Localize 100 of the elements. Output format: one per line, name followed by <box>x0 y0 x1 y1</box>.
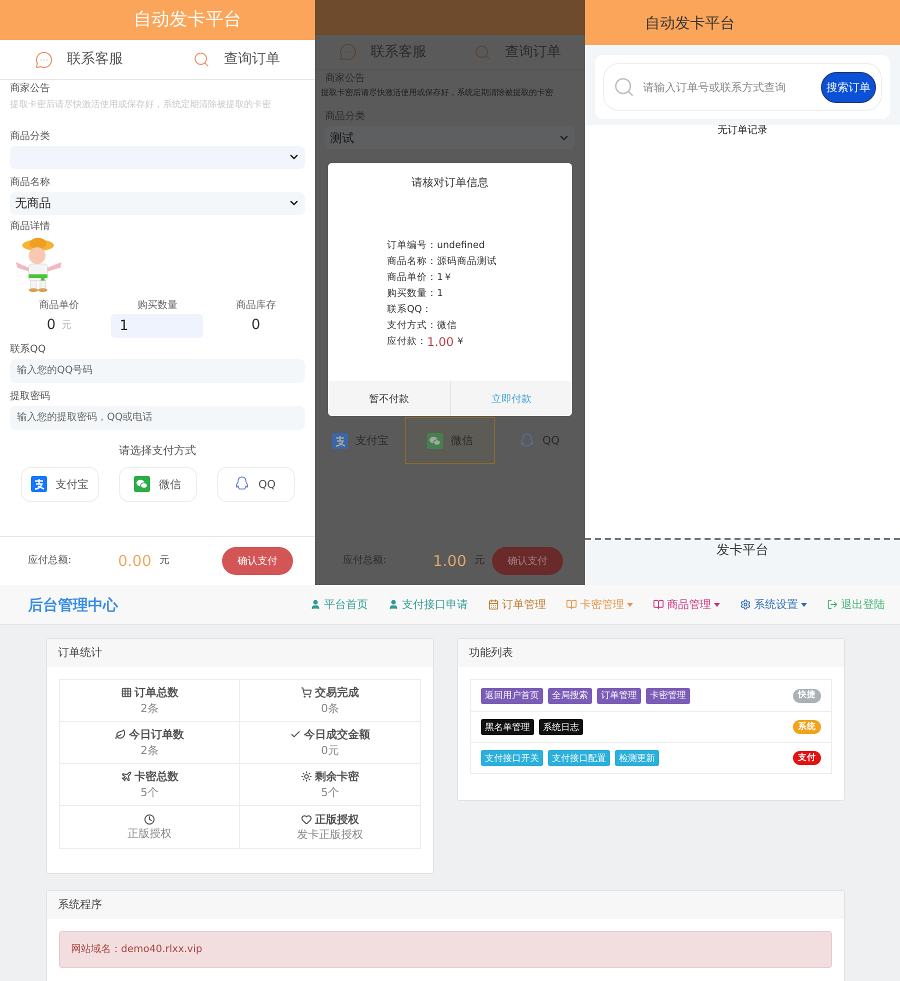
nav-link[interactable]: 查询订单 <box>158 40 315 79</box>
user-icon <box>388 599 399 610</box>
function-button[interactable]: 系统日志 <box>539 719 583 735</box>
empty-message: 无订单记录 <box>716 125 768 137</box>
alipay-icon <box>332 432 348 449</box>
search-button[interactable]: 搜索订单 <box>821 72 876 102</box>
panel-title: 功能列表 <box>469 646 513 660</box>
cancel-button[interactable]: 暂不付款 <box>328 381 450 416</box>
caret-icon <box>714 602 720 606</box>
stat-value: 0条 <box>321 702 339 715</box>
stat-value: 2条 <box>140 702 158 715</box>
order-info-row-text: 商品单价：1￥ <box>387 272 454 285</box>
grid-icon <box>120 687 132 698</box>
total-amount: 0.00 <box>118 552 152 570</box>
admin-nav-link[interactable]: 退出登陆 <box>827 598 885 612</box>
payment-option[interactable]: QQ <box>216 466 294 502</box>
settings-icon <box>740 599 751 610</box>
field-label: 商品详情 <box>10 220 51 233</box>
function-button[interactable]: 全局搜索 <box>548 688 592 704</box>
search-icon <box>474 44 491 60</box>
category-badge: 系统 <box>793 720 821 734</box>
stat-label: 卡密总数 <box>134 770 178 784</box>
chat-icon <box>338 43 356 61</box>
caret-icon <box>627 602 633 606</box>
admin-nav-link[interactable]: 商品管理 <box>653 598 720 612</box>
penguin-icon <box>235 476 250 492</box>
book-icon <box>566 599 577 610</box>
cart-icon <box>301 687 312 698</box>
stat-label: 正版授权 <box>315 812 359 826</box>
unit-text: 元 <box>159 555 170 567</box>
caret-icon <box>801 602 807 606</box>
total-label: 应付总额: <box>28 555 72 567</box>
stat-label: 商品库存 <box>236 300 276 312</box>
category-badge: 快捷 <box>793 688 821 702</box>
payment-prompt: 请选择支付方式 <box>118 444 197 457</box>
book-icon <box>653 599 664 610</box>
search-field[interactable]: 请输入订单号或联系方式查询 搜索订单 <box>603 63 882 111</box>
panel-title: 系统程序 <box>58 898 102 912</box>
admin-nav-link[interactable]: 订单管理 <box>488 598 546 612</box>
footer-text: 发卡平台 <box>716 543 768 560</box>
confirm-pay-button[interactable]: 确认支付 <box>222 547 293 575</box>
stat-value: 0元 <box>321 744 339 757</box>
admin-nav-link[interactable]: 平台首页 <box>310 598 368 612</box>
qq-field[interactable]: 输入您的QQ号码 <box>10 358 305 383</box>
stat-value: 正版授权 <box>128 826 172 840</box>
product-select[interactable]: 无商品 <box>10 192 305 215</box>
function-button[interactable]: 黑名单管理 <box>481 719 534 735</box>
field-label: 联系QQ <box>10 344 47 356</box>
panel-title: 订单统计 <box>58 646 102 660</box>
stat-value: 0 <box>46 317 56 334</box>
page-title: 自动发卡平台 <box>134 9 242 31</box>
logout-icon <box>827 599 838 610</box>
alert-text: 网站域名：demo40.rlxx.vip <box>71 944 202 956</box>
plane-icon <box>120 771 132 782</box>
function-button[interactable]: 卡密管理 <box>646 688 690 704</box>
search-icon <box>613 76 635 98</box>
order-info-row-text: 购买数量：1 <box>387 288 444 301</box>
unit-text: 元 <box>62 320 72 332</box>
stat-label: 今日订单数 <box>129 728 184 742</box>
stat-label: 订单总数 <box>134 686 178 700</box>
order-info-row-text: 联系QQ： <box>387 304 433 317</box>
function-button[interactable]: 支付接口开关 <box>481 750 543 766</box>
total-amount: 1.00 <box>433 552 466 570</box>
order-info-row-text: 支付方式：微信 <box>387 320 458 333</box>
category-select[interactable] <box>10 146 305 169</box>
stat-value: 2条 <box>140 744 158 757</box>
function-button[interactable]: 返回用户首页 <box>481 688 543 704</box>
penguin-icon <box>520 432 534 449</box>
function-button[interactable]: 订单管理 <box>597 688 641 704</box>
leaf-icon <box>115 729 126 740</box>
order-info-row-text: 订单编号：undefined <box>387 240 486 253</box>
stat-label: 剩余卡密 <box>315 770 359 784</box>
password-field[interactable]: 输入您的提取密码，QQ或电话 <box>10 406 305 430</box>
field-label: 商品分类 <box>10 130 51 143</box>
function-button[interactable]: 支付接口配置 <box>548 750 610 766</box>
user-icon <box>310 599 321 610</box>
function-button[interactable]: 检测更新 <box>615 750 659 766</box>
pay-now-button[interactable]: 立即付款 <box>450 381 572 416</box>
alipay-icon <box>30 476 46 492</box>
category-select[interactable]: 测试 <box>325 126 575 150</box>
stat-value: 0 <box>251 317 260 334</box>
nav-link[interactable]: 联系客服 <box>0 40 158 79</box>
sun-icon <box>301 771 312 782</box>
notice-label: 商家公告 <box>10 83 51 95</box>
calendar-icon <box>488 599 499 610</box>
confirm-pay-button[interactable]: 确认支付 <box>492 546 563 574</box>
payment-option[interactable]: 支付宝 <box>20 466 98 502</box>
payment-option[interactable]: 微信 <box>118 466 196 502</box>
stat-label: 今日成交金额 <box>304 728 370 742</box>
category-badge: 支付 <box>793 751 821 765</box>
clock-icon <box>144 814 155 825</box>
order-info-row-text: 商品名称：源码商品测试 <box>387 256 498 269</box>
wechat-icon <box>427 432 443 449</box>
stat-label: 交易完成 <box>315 686 359 700</box>
admin-nav-link[interactable]: 系统设置 <box>740 598 807 612</box>
wechat-icon <box>134 476 150 492</box>
field-label: 商品名称 <box>10 176 51 189</box>
page-title: 自动发卡平台 <box>645 14 735 32</box>
quantity-field[interactable]: 1 <box>111 314 204 338</box>
admin-nav-link[interactable]: 支付接口申请 <box>388 598 468 612</box>
